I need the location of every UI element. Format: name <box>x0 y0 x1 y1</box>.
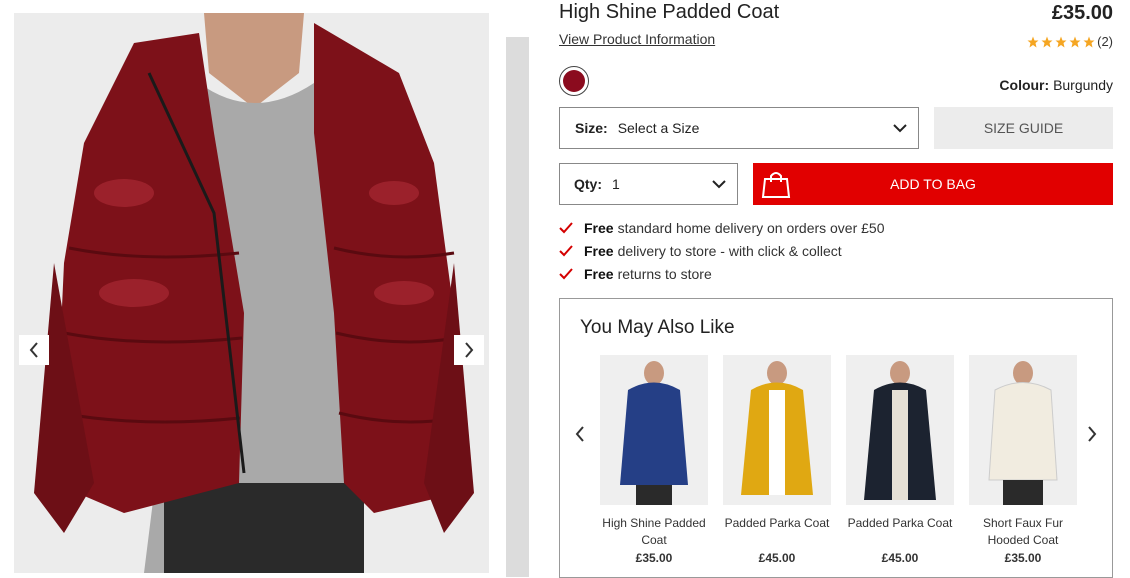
colour-swatch-burgundy[interactable] <box>559 66 589 96</box>
coat-shape <box>620 382 688 485</box>
recommendation-card[interactable]: Short Faux Fur Hooded Coat £35.00 <box>969 355 1077 565</box>
recommendations-title: You May Also Like <box>580 317 735 338</box>
recommendation-image <box>723 355 831 505</box>
checkmark-icon <box>559 245 573 257</box>
perk-store-delivery: Free delivery to store - with click & co… <box>559 243 842 259</box>
swatch-color-dot <box>563 70 585 92</box>
colour-info: Colour: Burgundy <box>999 77 1113 93</box>
star-icon <box>1055 36 1067 47</box>
gallery-prev-button[interactable] <box>19 335 49 365</box>
product-title: High Shine Padded Coat <box>559 1 780 23</box>
recommendation-name: Short Faux Fur Hooded Coat <box>982 516 1064 547</box>
perk-home-delivery: Free standard home delivery on orders ov… <box>559 220 885 236</box>
star-icon <box>1083 36 1095 47</box>
add-to-bag-button[interactable]: ADD TO BAG <box>753 163 1113 205</box>
star-icon <box>1041 36 1053 47</box>
checkmark-icon <box>559 222 573 234</box>
recommendation-price: £35.00 <box>635 551 673 565</box>
perk-returns: Free returns to store <box>559 266 712 282</box>
product-main-image[interactable] <box>14 13 489 573</box>
thumbnail-strip[interactable] <box>506 37 529 577</box>
recommendation-name: Padded Parka Coat <box>847 516 953 530</box>
perk-bold: Free <box>584 220 614 236</box>
gallery-next-button[interactable] <box>454 335 484 365</box>
recommendation-price: £45.00 <box>758 551 796 565</box>
add-to-bag-label: ADD TO BAG <box>890 176 976 192</box>
size-label: Size: <box>575 120 608 136</box>
recommendations-prev-button[interactable] <box>570 424 590 444</box>
recommendations-panel: You May Also Like High Shine Padded Coat… <box>559 298 1113 578</box>
recommendation-image <box>846 355 954 505</box>
product-rating[interactable]: (2) <box>1027 34 1113 49</box>
perk-bold: Free <box>584 266 614 282</box>
view-product-information-link[interactable]: View Product Information <box>559 31 715 47</box>
recommendation-card[interactable]: High Shine Padded Coat £35.00 <box>600 355 708 565</box>
qty-value: 1 <box>612 176 620 192</box>
chevron-right-icon <box>465 342 474 358</box>
size-value: Select a Size <box>617 120 700 136</box>
colour-value: Burgundy <box>1053 77 1113 93</box>
recommendation-price: £35.00 <box>1004 551 1042 565</box>
coat-shape <box>988 382 1058 481</box>
recommendation-card[interactable]: Padded Parka Coat £45.00 <box>723 355 831 565</box>
perk-text: delivery to store - with click & collect <box>617 243 842 259</box>
shopping-bag-icon <box>761 172 791 198</box>
recommendation-name: Padded Parka Coat <box>724 516 830 530</box>
chevron-left-icon <box>575 426 584 442</box>
perk-text: standard home delivery on orders over £5… <box>617 220 885 236</box>
recommendation-card[interactable]: Padded Parka Coat £45.00 <box>846 355 954 565</box>
recommendations-next-button[interactable] <box>1082 424 1102 444</box>
checkmark-icon <box>559 268 573 280</box>
coat-photo <box>14 13 489 573</box>
quantity-select[interactable]: Qty: 1 <box>559 163 738 205</box>
recommendation-image <box>969 355 1077 505</box>
qty-label: Qty: <box>574 176 602 192</box>
rating-count: (2) <box>1097 34 1113 49</box>
chevron-right-icon <box>1088 426 1097 442</box>
recommendation-name: High Shine Padded Coat <box>602 516 706 547</box>
recommendation-image <box>600 355 708 505</box>
product-price: £35.00 <box>1051 2 1113 24</box>
size-guide-button[interactable]: SIZE GUIDE <box>934 107 1113 149</box>
chevron-down-icon <box>893 124 907 133</box>
colour-label: Colour: <box>999 77 1050 93</box>
star-icon <box>1027 36 1039 47</box>
perk-bold: Free <box>584 243 614 259</box>
chevron-left-icon <box>29 342 38 358</box>
perk-text: returns to store <box>617 266 712 282</box>
recommendation-price: £45.00 <box>881 551 919 565</box>
star-icon <box>1069 36 1081 47</box>
chevron-down-icon <box>712 180 726 189</box>
size-select[interactable]: Size: Select a Size <box>559 107 919 149</box>
